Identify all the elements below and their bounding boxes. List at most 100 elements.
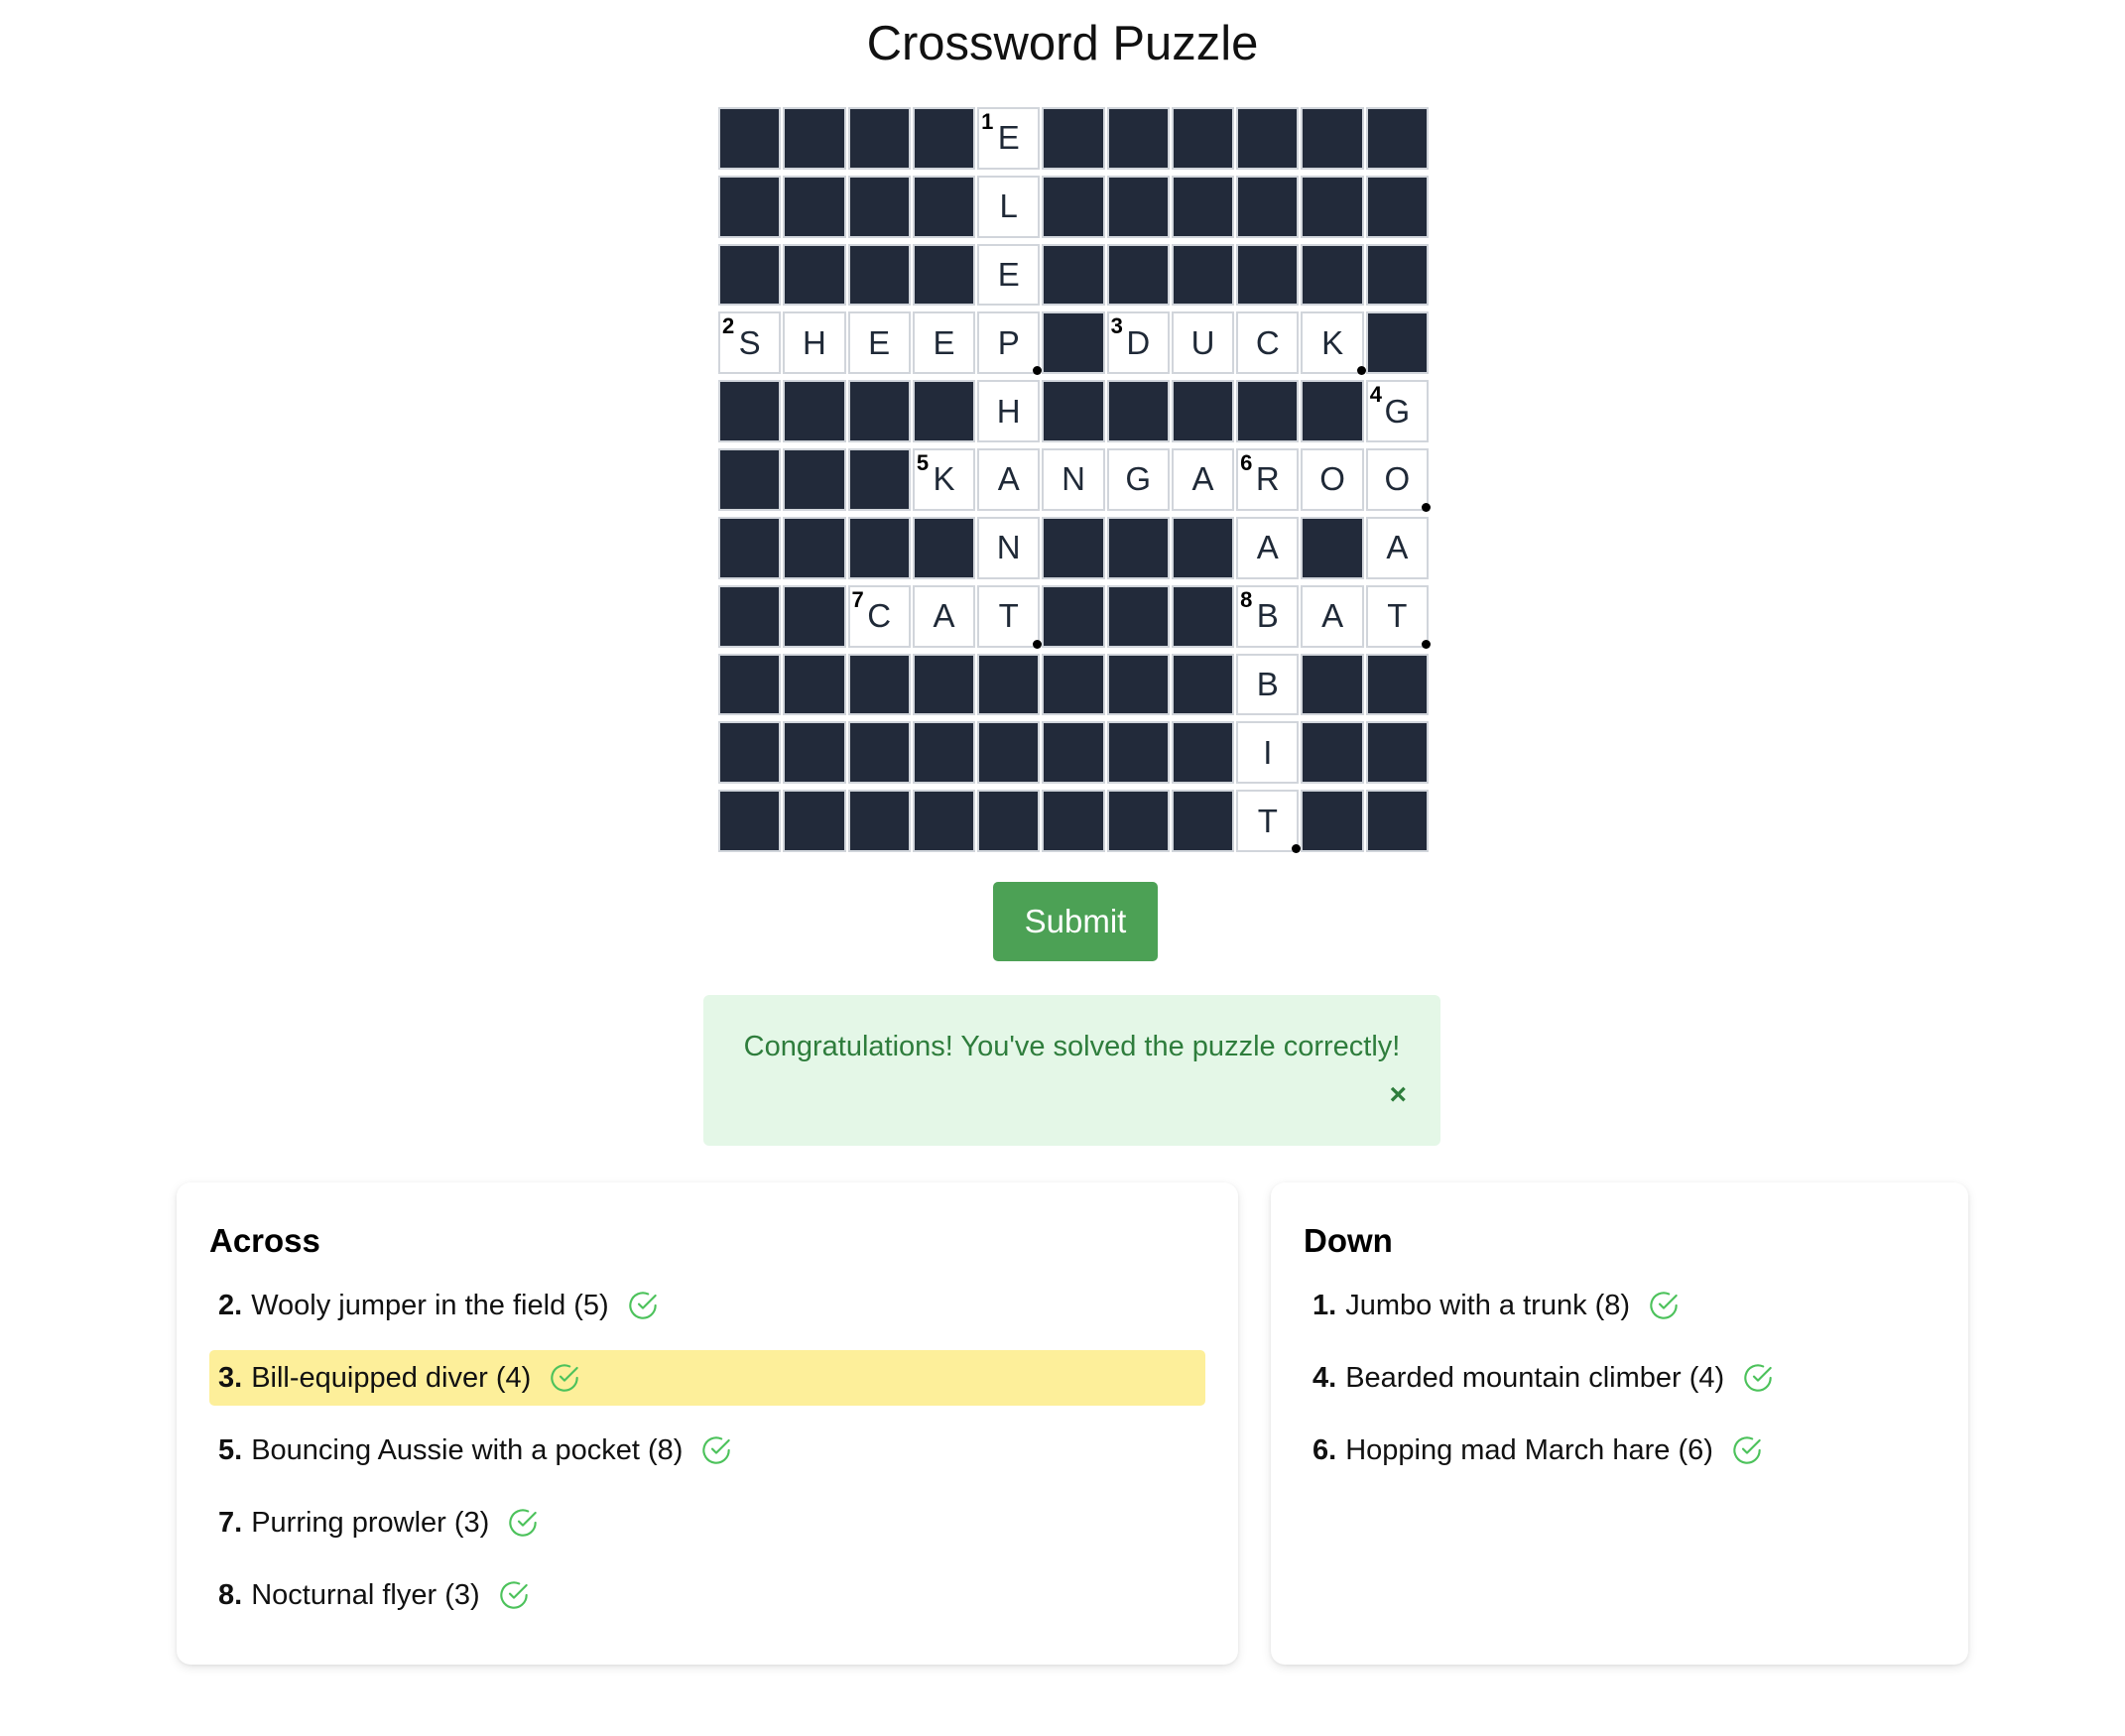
- black-cell: [1236, 380, 1300, 443]
- cell-letter: E: [933, 323, 955, 361]
- black-cell: [718, 516, 782, 579]
- black-cell: [1171, 243, 1235, 307]
- black-cell: [847, 107, 911, 170]
- cell-letter: T: [998, 597, 1019, 635]
- letter-cell[interactable]: C7: [847, 584, 911, 648]
- word-end-marker: [1422, 502, 1431, 512]
- black-cell: [1301, 653, 1364, 716]
- clue-item-text: Jumbo with a trunk (8): [1345, 1289, 1631, 1321]
- black-cell: [1042, 380, 1105, 443]
- black-cell: [1236, 175, 1300, 238]
- clue-item-number: 7.: [218, 1506, 243, 1539]
- cell-letter: N: [1062, 460, 1085, 498]
- letter-cell[interactable]: E: [977, 243, 1041, 307]
- across-clue-item[interactable]: 3. Bill-equipped diver (4): [209, 1350, 1205, 1406]
- black-cell: [1365, 243, 1429, 307]
- black-cell: [977, 790, 1041, 852]
- black-cell: [718, 790, 782, 852]
- cell-letter: R: [1255, 460, 1280, 498]
- black-cell: [1042, 721, 1105, 785]
- letter-cell[interactable]: I: [1236, 721, 1300, 785]
- across-clue-item[interactable]: 5. Bouncing Aussie with a pocket (8): [209, 1423, 1205, 1478]
- letter-cell[interactable]: D3: [1106, 311, 1170, 375]
- letter-cell[interactable]: P: [977, 311, 1043, 376]
- word-end-marker: [1033, 366, 1043, 376]
- across-clue-list: 2. Wooly jumper in the field (5) 3. Bill-eq…: [209, 1278, 1205, 1640]
- letter-cell[interactable]: A: [1236, 516, 1300, 579]
- black-cell: [1171, 721, 1235, 785]
- success-alert: Congratulations! You've solved the puzzl…: [703, 995, 1440, 1146]
- letter-cell[interactable]: B: [1236, 653, 1300, 716]
- letter-cell[interactable]: B8: [1236, 584, 1300, 648]
- black-cell: [1042, 790, 1105, 852]
- cell-letter: S: [738, 323, 761, 361]
- letter-cell[interactable]: T: [1236, 790, 1302, 853]
- letter-cell[interactable]: A: [1365, 516, 1429, 579]
- letter-cell[interactable]: E: [847, 311, 911, 375]
- letter-cell[interactable]: C: [1236, 311, 1300, 375]
- clue-item-number: 4.: [1312, 1361, 1337, 1394]
- black-cell: [1106, 584, 1170, 648]
- letter-cell[interactable]: E1: [977, 107, 1041, 170]
- black-cell: [1365, 790, 1429, 852]
- submit-button[interactable]: Submit: [993, 882, 1158, 961]
- black-cell: [912, 243, 976, 307]
- check-circle-icon: [499, 1581, 528, 1609]
- letter-cell[interactable]: A: [977, 448, 1041, 511]
- across-heading: Across: [209, 1222, 320, 1259]
- letter-cell[interactable]: T: [977, 584, 1043, 649]
- letter-cell[interactable]: S2: [718, 311, 782, 375]
- black-cell: [1365, 107, 1429, 170]
- success-message: Congratulations! You've solved the puzzl…: [743, 1031, 1401, 1062]
- letter-cell[interactable]: K: [1301, 311, 1366, 376]
- close-icon[interactable]: ×: [1389, 1078, 1407, 1112]
- black-cell: [718, 448, 782, 511]
- letter-cell[interactable]: K5: [912, 448, 976, 511]
- clue-number: 8: [1240, 586, 1253, 612]
- down-clue-item[interactable]: 6. Hopping mad March hare (6): [1304, 1423, 1936, 1478]
- letter-cell[interactable]: G4: [1365, 380, 1429, 443]
- check-circle-icon: [551, 1364, 579, 1392]
- cell-letter: A: [1386, 529, 1409, 566]
- black-cell: [783, 107, 846, 170]
- page-title: Crossword Puzzle: [866, 17, 1259, 70]
- word-end-marker: [1422, 639, 1431, 649]
- cell-letter: G: [1384, 392, 1411, 430]
- letter-cell[interactable]: L: [977, 175, 1041, 238]
- cell-letter: L: [999, 187, 1018, 225]
- clue-number: 4: [1369, 382, 1382, 408]
- down-clue-item[interactable]: 1. Jumbo with a trunk (8): [1304, 1278, 1936, 1333]
- letter-cell[interactable]: A: [1171, 448, 1235, 511]
- black-cell: [718, 584, 782, 648]
- across-clue-item[interactable]: 7. Purring prowler (3): [209, 1495, 1205, 1550]
- cell-letter: U: [1190, 323, 1215, 361]
- letter-cell[interactable]: N: [977, 516, 1041, 579]
- letter-cell[interactable]: H: [977, 380, 1041, 443]
- clue-item-number: 5.: [218, 1433, 243, 1466]
- cell-letter: H: [802, 323, 826, 361]
- black-cell: [1301, 107, 1364, 170]
- letter-cell[interactable]: E: [912, 311, 976, 375]
- letter-cell[interactable]: A: [912, 584, 976, 648]
- letter-cell[interactable]: N: [1042, 448, 1105, 511]
- clue-number: 5: [916, 450, 930, 476]
- black-cell: [718, 380, 782, 443]
- black-cell: [1301, 790, 1364, 852]
- clue-item-number: 1.: [1312, 1289, 1337, 1321]
- black-cell: [783, 584, 846, 648]
- black-cell: [718, 721, 782, 785]
- letter-cell[interactable]: O: [1301, 448, 1364, 511]
- letter-cell[interactable]: T: [1365, 584, 1431, 649]
- letter-cell[interactable]: U: [1171, 311, 1235, 375]
- letter-cell[interactable]: R6: [1236, 448, 1300, 511]
- cell-letter: K: [1321, 323, 1344, 361]
- letter-cell[interactable]: H: [783, 311, 846, 375]
- black-cell: [847, 516, 911, 579]
- cell-letter: E: [997, 119, 1020, 157]
- letter-cell[interactable]: O: [1365, 448, 1431, 512]
- letter-cell[interactable]: G: [1106, 448, 1170, 511]
- across-clue-item[interactable]: 8. Nocturnal flyer (3): [209, 1567, 1205, 1623]
- across-clue-item[interactable]: 2. Wooly jumper in the field (5): [209, 1278, 1205, 1333]
- letter-cell[interactable]: A: [1301, 584, 1364, 648]
- down-clue-item[interactable]: 4. Bearded mountain climber (4): [1304, 1350, 1936, 1406]
